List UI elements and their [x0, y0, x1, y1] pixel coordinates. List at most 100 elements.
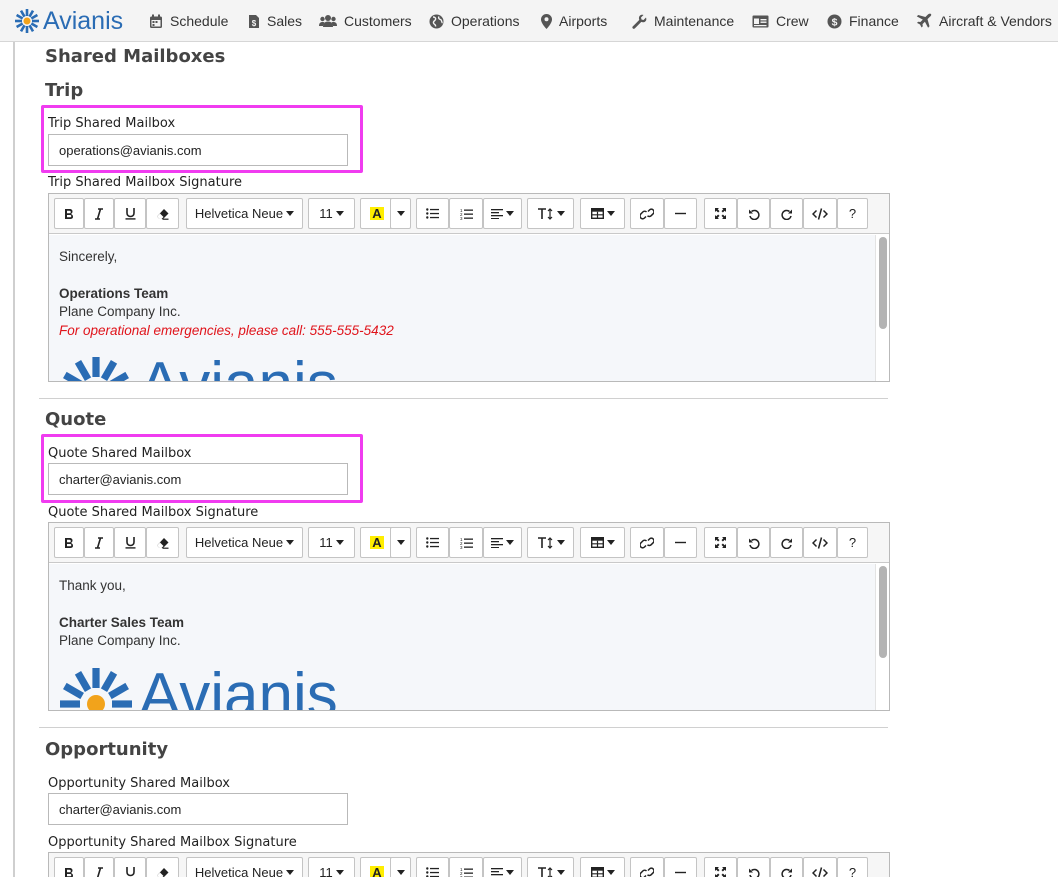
- table-dropdown[interactable]: [580, 198, 625, 229]
- link-button[interactable]: [630, 857, 664, 877]
- font-size-dropdown[interactable]: 11: [308, 857, 355, 877]
- quote-signature-content[interactable]: Thank you, Charter Sales Team Plane Comp…: [49, 564, 875, 710]
- nav-operations[interactable]: Operations: [429, 12, 519, 30]
- eraser-button[interactable]: [146, 857, 179, 877]
- section-divider: [39, 398, 888, 399]
- text-color-dropdown[interactable]: [390, 527, 411, 558]
- eraser-icon: [157, 867, 169, 877]
- quote-signature-label: Quote Shared Mailbox Signature: [48, 505, 259, 520]
- users-icon: [319, 15, 337, 27]
- text-color-button[interactable]: A: [360, 857, 394, 877]
- paragraph-align-dropdown[interactable]: [483, 857, 522, 877]
- bold-button[interactable]: [54, 857, 84, 877]
- help-button[interactable]: ?: [837, 198, 868, 229]
- nav-airports[interactable]: Airports: [541, 12, 607, 30]
- fullscreen-button[interactable]: [704, 857, 737, 877]
- ordered-list-button[interactable]: 123: [449, 527, 483, 558]
- line-height-dropdown[interactable]: [527, 198, 574, 229]
- nav-label: Airports: [559, 13, 608, 29]
- quote-signature-editor[interactable]: Helvetica Neue 11 A 123 ? Thank you, Cha…: [48, 522, 890, 711]
- nav-crew[interactable]: Crew: [752, 12, 809, 30]
- fullscreen-button[interactable]: [704, 527, 737, 558]
- trip-signature-content[interactable]: Sincerely, Operations Team Plane Company…: [49, 235, 875, 382]
- font-size-value: 11: [319, 865, 333, 877]
- help-icon: ?: [848, 535, 857, 550]
- code-view-button[interactable]: [803, 857, 837, 877]
- fullscreen-button[interactable]: [704, 198, 737, 229]
- quote-mailbox-label: Quote Shared Mailbox: [48, 446, 192, 461]
- horizontal-rule-button[interactable]: [664, 857, 697, 877]
- chevron-down-icon: [286, 870, 295, 875]
- unordered-list-button[interactable]: [416, 198, 449, 229]
- wrench-icon: [632, 14, 647, 29]
- nav-customers[interactable]: Customers: [319, 12, 412, 30]
- underline-button[interactable]: [114, 198, 146, 229]
- eraser-button[interactable]: [146, 198, 179, 229]
- table-dropdown[interactable]: [580, 857, 625, 877]
- horizontal-rule-button[interactable]: [664, 527, 697, 558]
- trip-signature-editor[interactable]: Helvetica Neue 11 A 123 ? Sincerely, Ope…: [48, 193, 890, 382]
- nav-schedule[interactable]: Schedule: [149, 12, 228, 30]
- scrollbar-thumb[interactable]: [879, 566, 887, 658]
- ordered-list-button[interactable]: 123: [449, 857, 483, 877]
- redo-button[interactable]: [770, 198, 803, 229]
- table-dropdown[interactable]: [580, 527, 625, 558]
- undo-button[interactable]: [737, 527, 770, 558]
- unordered-list-button[interactable]: [416, 527, 449, 558]
- undo-button[interactable]: [737, 198, 770, 229]
- quote-mailbox-input[interactable]: charter@avianis.com: [48, 463, 348, 495]
- paragraph-align-dropdown[interactable]: [483, 198, 522, 229]
- italic-button[interactable]: [84, 198, 114, 229]
- help-button[interactable]: ?: [837, 527, 868, 558]
- quote-editor-scrollbar[interactable]: [875, 564, 889, 710]
- underline-button[interactable]: [114, 857, 146, 877]
- font-family-dropdown[interactable]: Helvetica Neue: [186, 198, 303, 229]
- ordered-list-button[interactable]: 123: [449, 198, 483, 229]
- italic-button[interactable]: [84, 527, 114, 558]
- trip-mailbox-input[interactable]: operations@avianis.com: [48, 134, 348, 166]
- text-color-dropdown[interactable]: [390, 198, 411, 229]
- nav-aircraft-vendors[interactable]: Aircraft & Vendors: [916, 12, 1052, 30]
- text-color-button[interactable]: A: [360, 198, 394, 229]
- line-height-dropdown[interactable]: [527, 527, 574, 558]
- font-size-dropdown[interactable]: 11: [308, 198, 355, 229]
- italic-icon: [95, 866, 103, 877]
- text-color-icon: A: [370, 865, 384, 877]
- scrollbar-thumb[interactable]: [879, 237, 887, 329]
- help-button[interactable]: ?: [837, 857, 868, 877]
- italic-icon: [95, 536, 103, 549]
- font-size-dropdown[interactable]: 11: [308, 527, 355, 558]
- line-height-dropdown[interactable]: [527, 857, 574, 877]
- redo-icon: [780, 209, 792, 220]
- code-view-button[interactable]: [803, 198, 837, 229]
- opportunity-signature-editor[interactable]: Helvetica Neue 11 A 123 ?: [48, 852, 890, 877]
- unordered-list-button[interactable]: [416, 857, 449, 877]
- bold-button[interactable]: [54, 198, 84, 229]
- link-button[interactable]: [630, 527, 664, 558]
- logo-wordmark: Avianis: [139, 354, 338, 382]
- trip-editor-scrollbar[interactable]: [875, 235, 889, 381]
- font-family-dropdown[interactable]: Helvetica Neue: [186, 527, 303, 558]
- code-view-button[interactable]: [803, 527, 837, 558]
- link-button[interactable]: [630, 198, 664, 229]
- nav-sales[interactable]: $ Sales: [248, 12, 302, 30]
- chevron-down-icon: [556, 211, 565, 216]
- undo-button[interactable]: [737, 857, 770, 877]
- underline-button[interactable]: [114, 527, 146, 558]
- eraser-button[interactable]: [146, 527, 179, 558]
- expand-icon: [715, 208, 726, 219]
- nav-maintenance[interactable]: Maintenance: [632, 12, 734, 30]
- font-family-dropdown[interactable]: Helvetica Neue: [186, 857, 303, 877]
- bold-button[interactable]: [54, 527, 84, 558]
- nav-finance[interactable]: $ Finance: [827, 12, 899, 30]
- signature-logo: Avianis: [59, 665, 338, 710]
- text-color-button[interactable]: A: [360, 527, 394, 558]
- avianis-logo[interactable]: Avianis: [14, 6, 123, 36]
- horizontal-rule-button[interactable]: [664, 198, 697, 229]
- text-color-dropdown[interactable]: [390, 857, 411, 877]
- opportunity-mailbox-input[interactable]: charter@avianis.com: [48, 793, 348, 825]
- paragraph-align-dropdown[interactable]: [483, 527, 522, 558]
- redo-button[interactable]: [770, 527, 803, 558]
- redo-button[interactable]: [770, 857, 803, 877]
- italic-button[interactable]: [84, 857, 114, 877]
